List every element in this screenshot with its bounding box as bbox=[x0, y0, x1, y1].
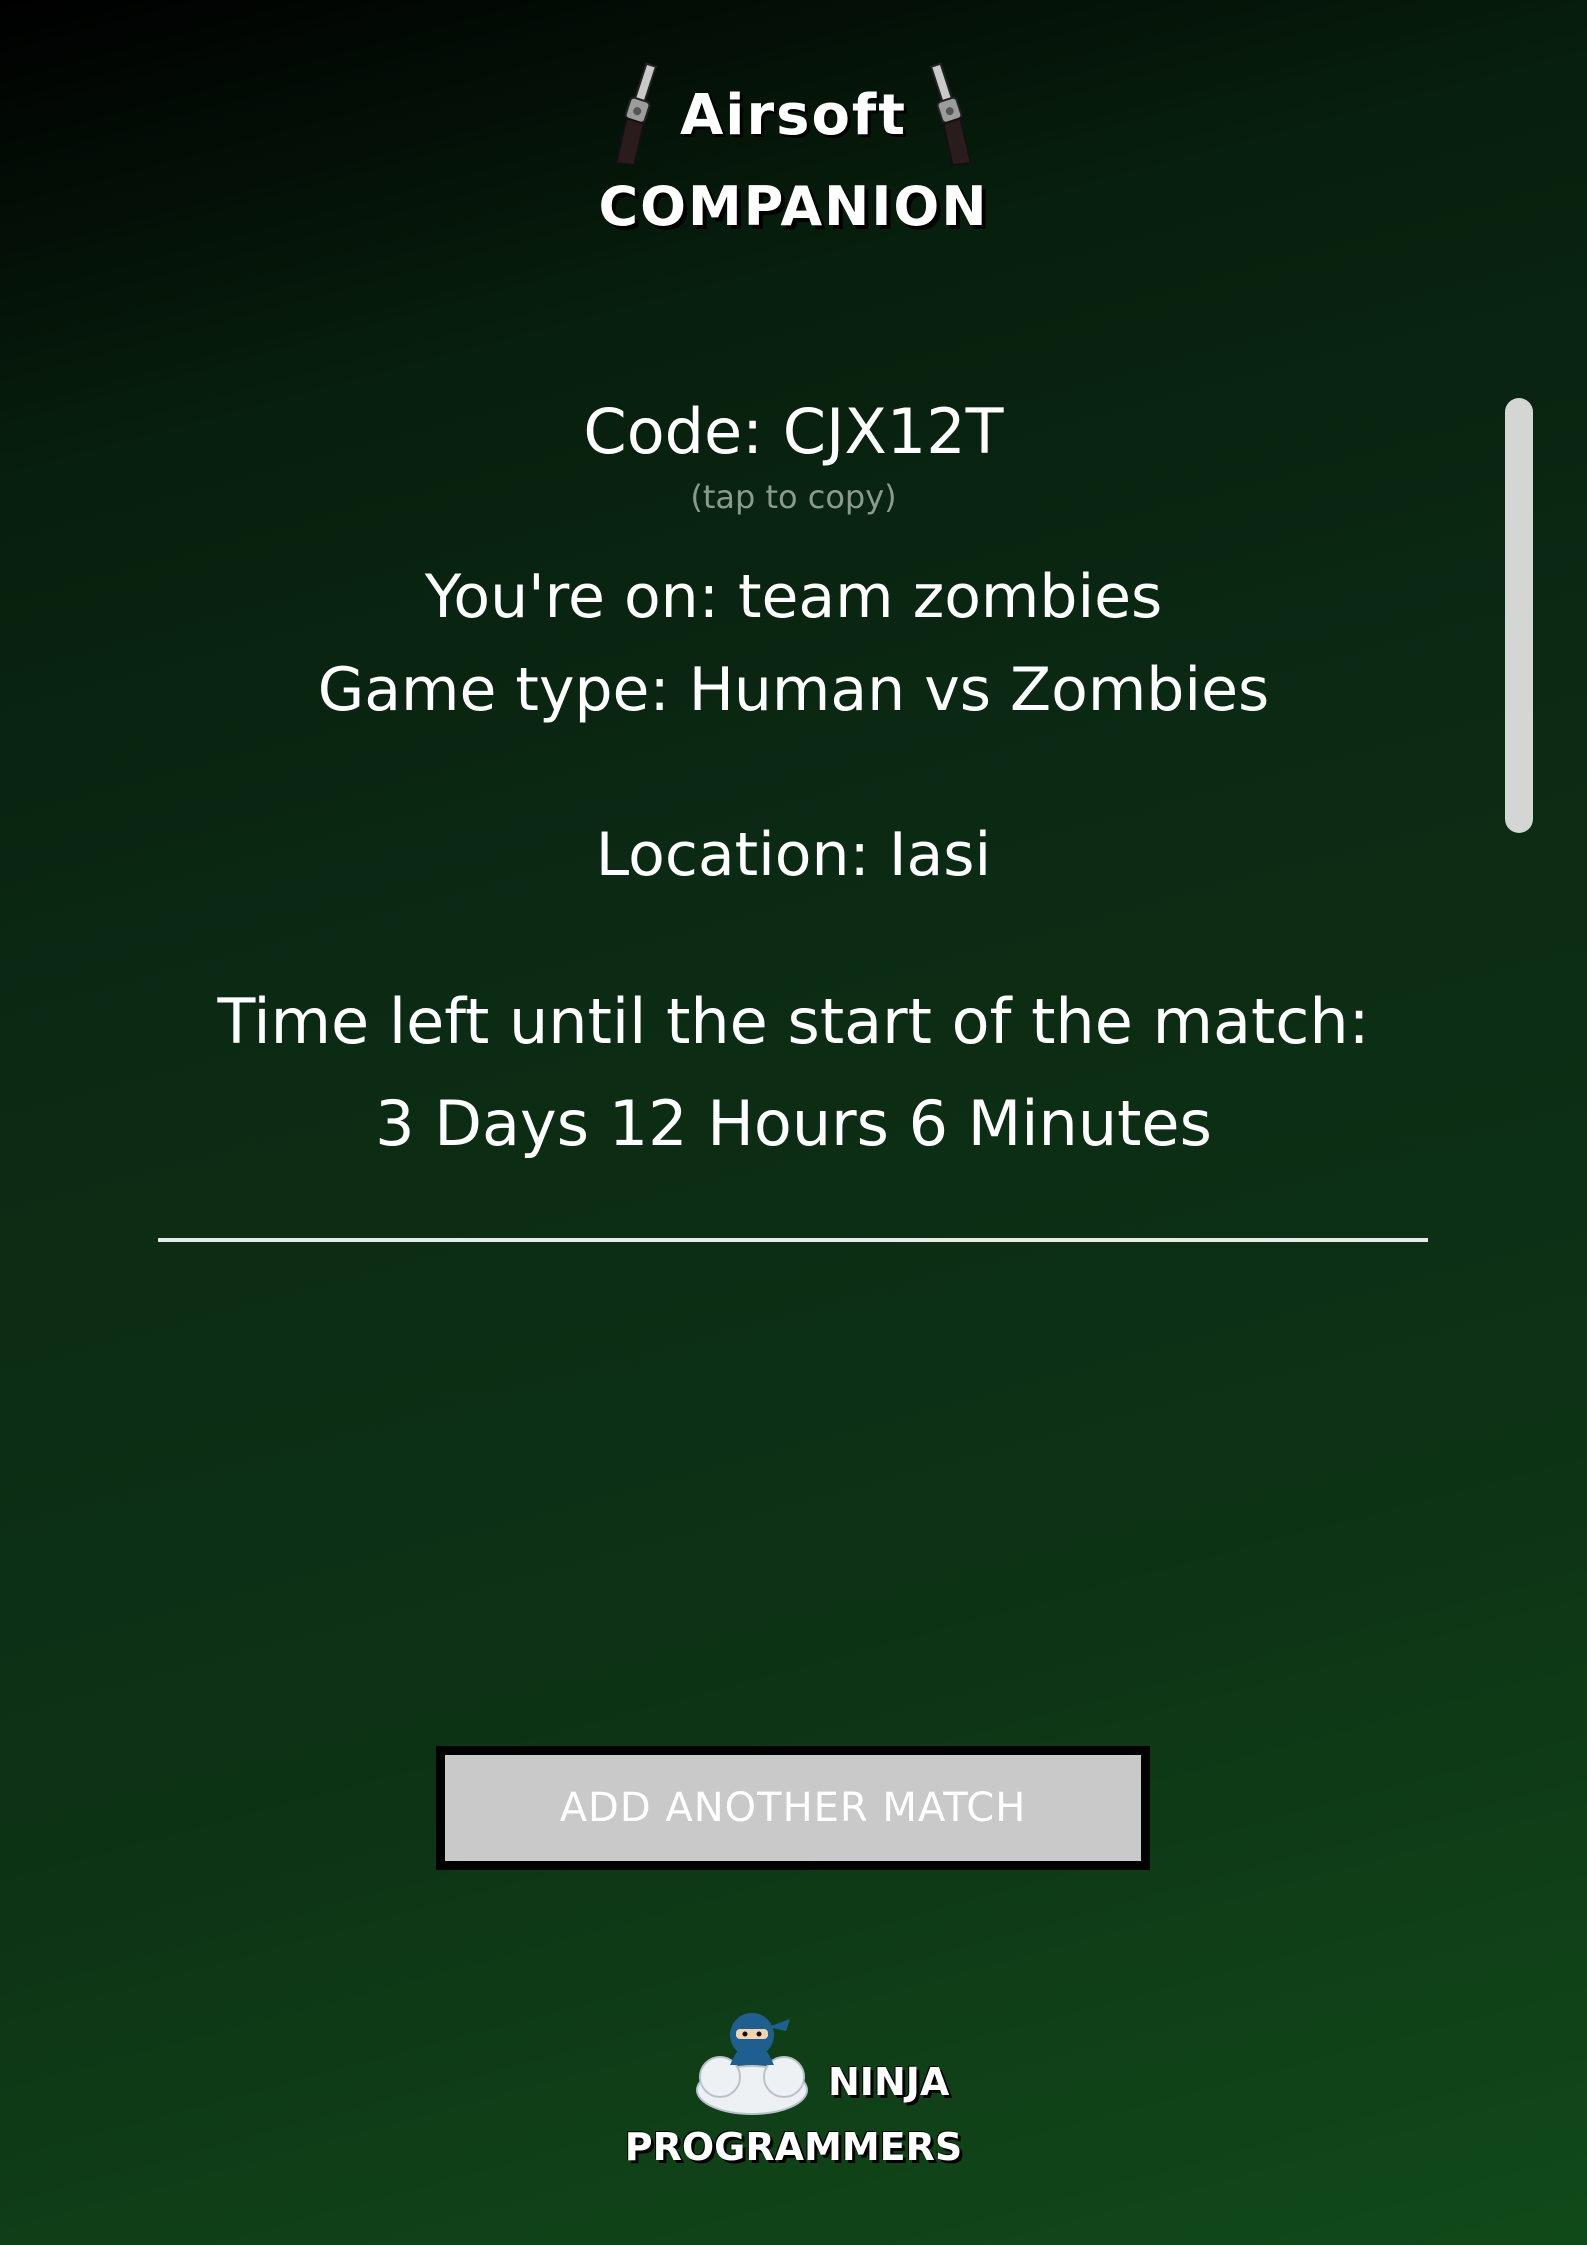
copy-hint[interactable]: (tap to copy) bbox=[0, 478, 1587, 516]
app-header: Airsoft COMPANION bbox=[0, 55, 1587, 238]
location-info: Location: Iasi bbox=[595, 820, 992, 890]
divider bbox=[158, 1238, 1428, 1242]
match-code[interactable]: Code: CJX12T bbox=[0, 395, 1587, 468]
team-info: You're on: team zombies bbox=[424, 562, 1163, 632]
footer-brand-programmers: PROGRAMMERS bbox=[624, 2125, 963, 2169]
app-title: Airsoft bbox=[679, 82, 908, 148]
revolver-icon bbox=[614, 62, 658, 167]
ninja-cloud-logo bbox=[696, 2013, 808, 2115]
time-left-value: 3 Days 12 Hours 6 Minutes bbox=[375, 1087, 1212, 1160]
footer-brand-ninja: NINJA bbox=[828, 2060, 950, 2104]
time-left-label: Time left until the start of the match: bbox=[217, 985, 1370, 1058]
app-subtitle: COMPANION bbox=[598, 175, 989, 238]
game-type-info: Game type: Human vs Zombies bbox=[317, 655, 1270, 725]
add-another-match-button[interactable]: ADD ANOTHER MATCH bbox=[436, 1746, 1150, 1870]
revolver-icon bbox=[929, 62, 973, 167]
brand-row: Airsoft bbox=[0, 55, 1587, 175]
